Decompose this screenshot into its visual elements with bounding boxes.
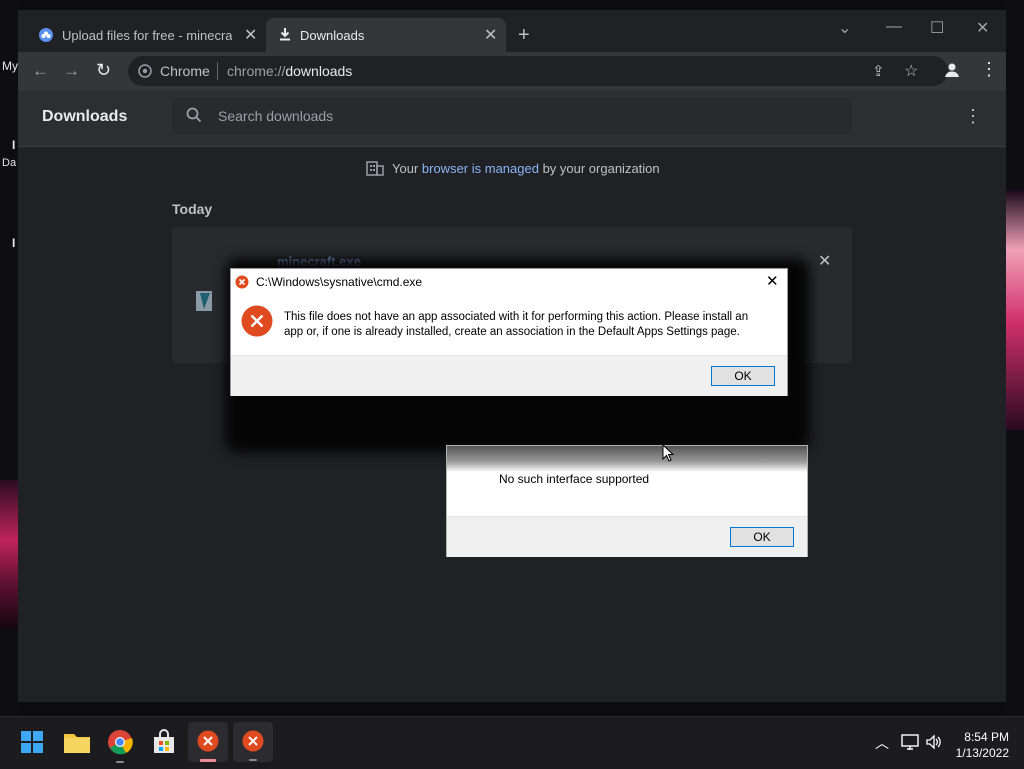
chrome-logo-icon: [138, 64, 152, 83]
new-tab-plus-icon[interactable]: +: [518, 24, 530, 47]
download-icon: [278, 27, 292, 44]
search-placeholder: Search downloads: [218, 108, 334, 124]
url-scheme: chrome://: [227, 63, 286, 79]
dialog-message-line2: app or, if one is already installed, cre…: [284, 326, 740, 338]
remove-download-icon[interactable]: ✕: [818, 251, 831, 271]
dialog-title: C:\Windows\sysnative\cmd.exe: [256, 275, 423, 289]
tab-upload-files[interactable]: Upload files for free - minecraft.e ✕: [28, 18, 264, 52]
dialog-button-bar: OK: [447, 516, 807, 557]
omnibox-prefix: Chrome: [160, 63, 210, 79]
tab-search-chevron-icon[interactable]: ⌄: [838, 18, 851, 38]
tab-label: Upload files for free - minecraft.e: [62, 28, 232, 43]
running-indicator: [200, 759, 216, 762]
error-icon: [241, 305, 273, 342]
managed-prefix: Your: [392, 161, 422, 176]
page-title: Downloads: [42, 108, 128, 125]
tab-downloads[interactable]: Downloads ✕: [266, 18, 506, 52]
network-icon[interactable]: [901, 734, 919, 755]
bookmark-star-icon[interactable]: ☆: [904, 61, 918, 81]
cloud-icon: [38, 27, 54, 46]
downloads-header: Downloads Search downloads ⋮: [18, 90, 1006, 147]
reload-icon[interactable]: ↻: [96, 60, 111, 81]
close-icon[interactable]: ✕: [244, 25, 257, 45]
clock-time[interactable]: 8:54 PM: [949, 730, 1009, 744]
share-icon[interactable]: ⇪: [872, 62, 885, 80]
microsoft-store-icon[interactable]: [150, 728, 180, 758]
mouse-cursor-icon: [662, 443, 675, 467]
taskbar-error-app-1[interactable]: [188, 722, 228, 762]
desktop-icon-label[interactable]: I: [12, 236, 15, 250]
search-downloads-input[interactable]: Search downloads: [172, 98, 852, 134]
dialog-message-line1: This file does not have an app associate…: [284, 311, 749, 323]
dialog-button-bar: OK: [231, 355, 787, 396]
clock-date[interactable]: 1/13/2022: [949, 746, 1009, 760]
taskbar: ︿ 8:54 PM 1/13/2022: [0, 716, 1024, 769]
error-small-icon: [235, 275, 249, 294]
windows-start-icon[interactable]: [18, 728, 48, 758]
error-app-icon: [197, 730, 219, 757]
managed-link[interactable]: browser is managed: [422, 161, 539, 176]
running-indicator: [116, 761, 124, 763]
exe-file-icon: [194, 289, 216, 320]
desktop-icon-label[interactable]: My: [2, 59, 18, 73]
more-menu-icon[interactable]: ⋮: [980, 60, 998, 78]
managed-suffix: by your organization: [538, 161, 660, 176]
close-icon[interactable]: ✕: [484, 25, 497, 45]
close-window-icon[interactable]: ✕: [976, 18, 989, 38]
interface-error-dialog: No such interface supported OK: [446, 445, 808, 557]
error-app-icon: [242, 730, 264, 757]
desktop-wallpaper-glow: [0, 480, 18, 630]
dialog-torn-title: [447, 446, 807, 472]
section-today: Today: [172, 201, 213, 217]
address-bar[interactable]: Chrome chrome://downloads ⇪ ☆: [128, 56, 948, 86]
cmd-error-dialog: C:\Windows\sysnative\cmd.exe ✕ This file…: [230, 268, 788, 396]
ok-button[interactable]: OK: [711, 366, 775, 386]
desktop-icon-label[interactable]: Da: [2, 157, 16, 169]
maximize-icon[interactable]: ☐: [930, 18, 944, 38]
omnibox-url: chrome://downloads: [227, 63, 352, 79]
forward-icon[interactable]: →: [63, 61, 80, 81]
minimize-icon[interactable]: —: [886, 18, 902, 36]
taskbar-error-app-2[interactable]: [233, 722, 273, 762]
managed-notice: Your browser is managed by your organiza…: [392, 161, 660, 176]
desktop-icon-label[interactable]: I: [12, 138, 15, 152]
tab-label: Downloads: [300, 28, 365, 43]
interface-error-message: No such interface supported: [499, 472, 650, 486]
back-icon[interactable]: ←: [32, 61, 49, 81]
url-path: downloads: [285, 63, 353, 79]
browser-toolbar: ← → ↻ Chrome chrome://downloads ⇪ ☆ ⋮: [18, 52, 1006, 90]
desktop-wallpaper-glow-right: [1006, 190, 1024, 430]
tab-strip: Upload files for free - minecraft.e ✕ Do…: [18, 10, 1006, 52]
ok-button[interactable]: OK: [730, 527, 794, 547]
file-explorer-icon[interactable]: [62, 728, 92, 758]
chrome-taskbar-icon[interactable]: [106, 728, 136, 758]
volume-icon[interactable]: [925, 734, 943, 755]
running-indicator: [249, 759, 257, 761]
downloads-menu-icon[interactable]: ⋮: [964, 106, 982, 127]
show-hidden-icons-chevron-icon[interactable]: ︿: [875, 733, 889, 753]
profile-icon[interactable]: [943, 61, 961, 84]
close-icon[interactable]: ✕: [766, 272, 779, 290]
building-icon: [366, 160, 384, 181]
search-icon: [186, 107, 202, 128]
omnibox-divider: [217, 62, 218, 80]
